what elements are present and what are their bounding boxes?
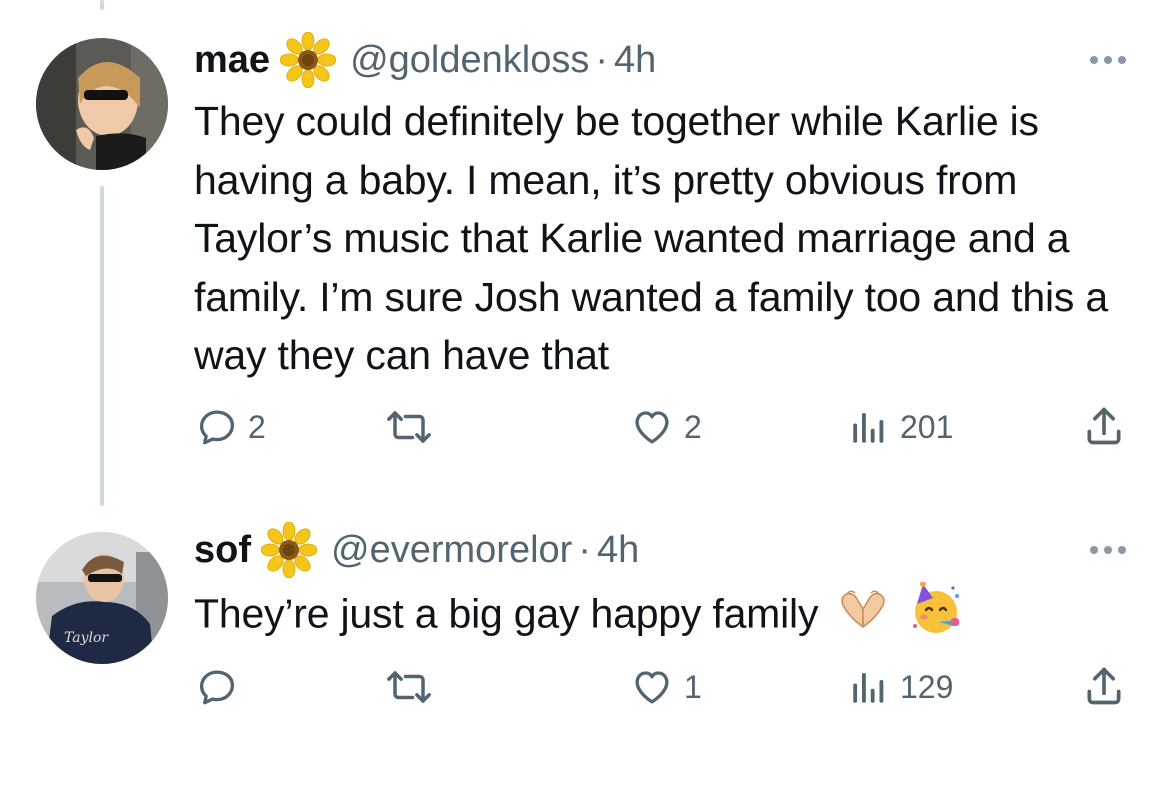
user-handle[interactable]: @evermorelor <box>331 529 572 572</box>
share-icon <box>1087 407 1121 445</box>
avatar[interactable] <box>36 38 168 170</box>
avatar[interactable]: Taylor <box>36 532 168 664</box>
user-handle[interactable]: @goldenkloss <box>350 39 589 82</box>
like-count: 1 <box>684 668 702 705</box>
partying-face-icon <box>909 581 963 652</box>
like-button[interactable]: 2 <box>630 406 702 448</box>
heart-icon <box>635 411 669 444</box>
share-button[interactable] <box>1082 404 1126 448</box>
reply-icon <box>199 410 235 445</box>
reply-icon <box>199 670 235 705</box>
share-icon <box>1087 667 1121 705</box>
like-button[interactable]: 1 <box>630 666 702 708</box>
more-options-icon[interactable] <box>1090 546 1126 554</box>
heart-hands-icon <box>837 587 889 647</box>
reply-count: 2 <box>248 408 266 445</box>
tweet-text: They’re just a big gay happy family <box>194 581 1124 652</box>
sunflower-icon <box>279 31 337 89</box>
thread-connector-line <box>100 0 104 10</box>
timestamp[interactable]: 4h <box>597 529 639 572</box>
repost-button[interactable] <box>384 666 444 708</box>
repost-icon <box>387 671 431 703</box>
tweet-text: They could definitely be together while … <box>194 98 1109 378</box>
views-chart-icon <box>853 413 884 443</box>
separator-dot: · <box>578 528 591 571</box>
svg-text:Taylor: Taylor <box>64 630 109 646</box>
sunflower-icon <box>260 521 318 579</box>
views-count: 129 <box>900 668 954 705</box>
views-count: 201 <box>900 408 954 445</box>
timestamp[interactable]: 4h <box>614 39 656 82</box>
display-name[interactable]: mae <box>194 39 270 82</box>
tweet-text-content: They’re just a big gay happy family <box>194 590 819 637</box>
repost-icon <box>387 411 431 443</box>
reply-button[interactable]: 2 <box>196 406 266 448</box>
separator-dot: · <box>595 38 608 81</box>
display-name[interactable]: sof <box>194 529 251 572</box>
views-button[interactable]: 201 <box>848 406 953 448</box>
heart-icon <box>635 671 669 704</box>
reply-button[interactable] <box>196 666 248 708</box>
like-count: 2 <box>684 408 702 445</box>
share-button[interactable] <box>1082 664 1126 708</box>
more-options-icon[interactable] <box>1090 56 1126 64</box>
thread-connector-line <box>100 186 104 506</box>
repost-button[interactable] <box>384 406 444 448</box>
views-chart-icon <box>853 673 884 703</box>
views-button[interactable]: 129 <box>848 666 953 708</box>
